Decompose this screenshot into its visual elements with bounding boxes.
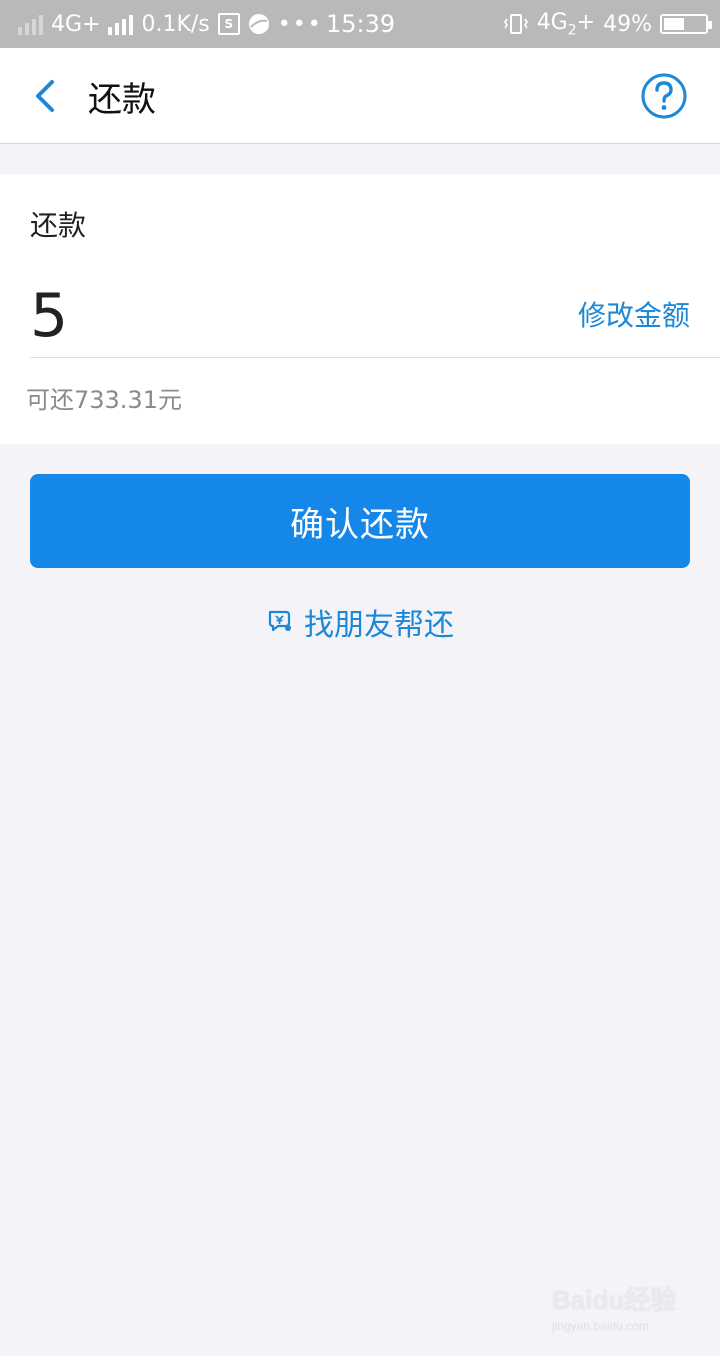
yuan-chat-icon (268, 610, 291, 632)
signal-bars-2-icon (108, 13, 134, 35)
browser-icon (248, 14, 269, 34)
battery-percent: 49% (603, 11, 652, 37)
status-time: 15:39 (326, 10, 396, 38)
status-bar: 4G+ 0.1K/s S ••• 15:39 4G2+ 49% (0, 0, 720, 48)
repayment-card: 还款 5 修改金额 可还733.31元 (0, 174, 720, 444)
amount-input[interactable]: 5 (30, 280, 68, 352)
battery-icon (660, 14, 712, 34)
chevron-left-icon (36, 80, 54, 112)
friend-help-link[interactable]: 找朋友帮还 (0, 600, 720, 644)
signal-bars-1-icon (18, 13, 43, 35)
watermark-url: jingyan.baidu.com (552, 1319, 649, 1333)
question-circle-icon (641, 73, 687, 119)
repayment-label: 还款 (30, 209, 87, 242)
s-badge-icon: S (217, 13, 240, 35)
more-notifications: ••• (277, 11, 323, 37)
status-right: 4G2+ 49% (503, 0, 712, 48)
back-button[interactable] (22, 70, 74, 122)
confirm-repayment-button[interactable]: 确认还款 (30, 474, 690, 568)
network-type-right: 4G2+ (536, 9, 596, 39)
available-amount: 可还733.31元 (26, 386, 182, 414)
watermark-logo: Baidu经验 (552, 1285, 677, 1315)
network-speed: 0.1K/s (141, 11, 210, 37)
status-left: 4G+ 0.1K/s S ••• (18, 0, 323, 48)
help-button[interactable] (640, 72, 688, 120)
vibrate-icon (503, 14, 528, 34)
page-title: 还款 (88, 80, 156, 120)
network-type-left: 4G+ (51, 11, 101, 37)
baidu-watermark: Baidu经验 jingyan.baidu.com (552, 1280, 702, 1340)
friend-help-label: 找朋友帮还 (304, 608, 454, 643)
divider (30, 357, 720, 358)
modify-amount-link[interactable]: 修改金额 (578, 294, 690, 334)
app-header: 还款 (0, 48, 720, 144)
